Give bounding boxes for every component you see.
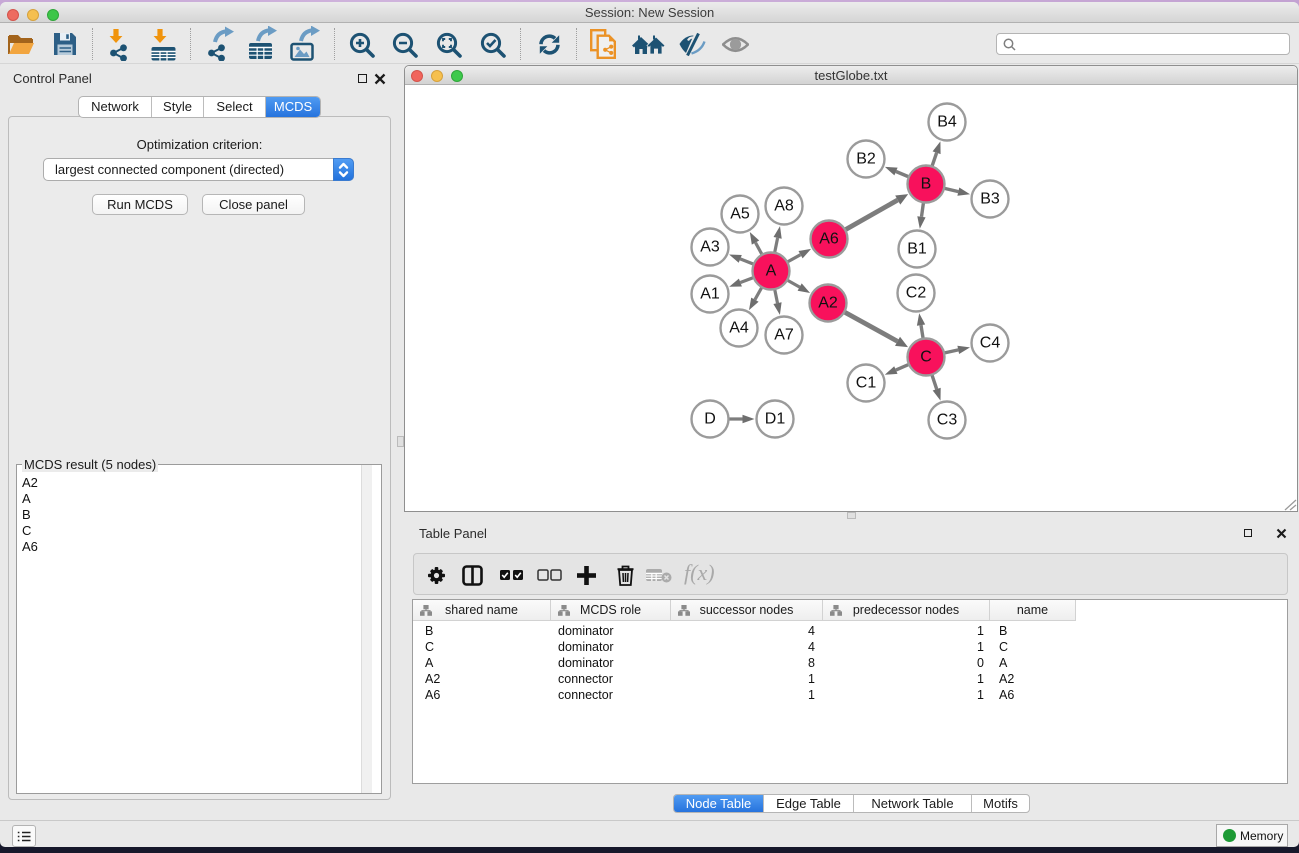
- svg-text:B4: B4: [937, 114, 957, 131]
- svg-text:B1: B1: [907, 241, 927, 258]
- svg-text:A: A: [766, 263, 777, 280]
- svg-text:A2: A2: [818, 295, 838, 312]
- svg-text:A4: A4: [729, 320, 749, 337]
- svg-text:B2: B2: [856, 151, 876, 168]
- svg-text:A8: A8: [774, 198, 794, 215]
- svg-text:A7: A7: [774, 327, 794, 344]
- svg-text:C: C: [920, 349, 932, 366]
- svg-text:A5: A5: [730, 206, 750, 223]
- svg-text:C1: C1: [856, 375, 877, 392]
- svg-text:A6: A6: [819, 231, 839, 248]
- svg-text:A3: A3: [700, 239, 720, 256]
- svg-text:A1: A1: [700, 286, 720, 303]
- svg-text:B3: B3: [980, 191, 1000, 208]
- svg-text:D: D: [704, 411, 716, 428]
- svg-text:C2: C2: [906, 285, 927, 302]
- svg-text:C3: C3: [937, 412, 958, 429]
- svg-text:C4: C4: [980, 335, 1001, 352]
- svg-text:D1: D1: [765, 411, 786, 428]
- svg-text:B: B: [921, 176, 932, 193]
